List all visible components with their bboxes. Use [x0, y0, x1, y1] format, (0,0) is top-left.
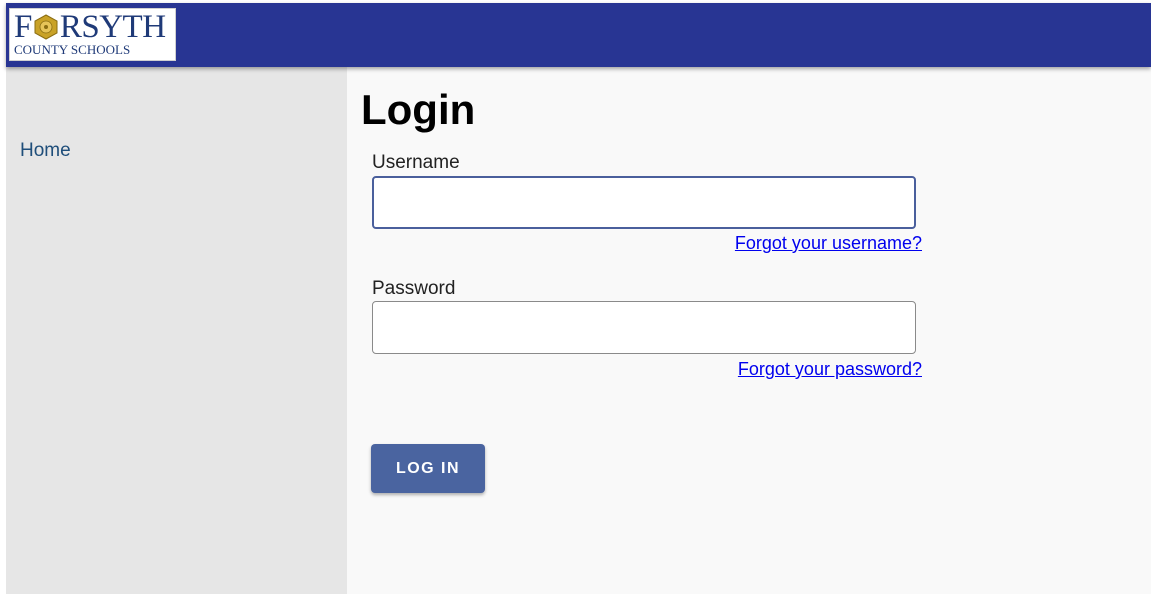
page-title: Login — [361, 86, 476, 133]
seal-emblem-icon — [34, 14, 58, 40]
logo-letters-rsyth: RSYTH — [59, 9, 166, 45]
logo-letter-f: F — [14, 9, 32, 45]
login-button[interactable]: LOG IN — [371, 444, 485, 493]
login-panel: Login Username Forgot your username? Pas… — [347, 67, 1151, 594]
forgot-password-link[interactable]: Forgot your password? — [738, 359, 922, 380]
district-logo[interactable]: F RSYTH COUNTY SCHOOLS — [9, 8, 176, 61]
sidebar-item-home[interactable]: Home — [20, 140, 71, 162]
top-bar: F RSYTH COUNTY SCHOOLS — [6, 3, 1151, 67]
password-label: Password — [372, 278, 456, 299]
username-label: Username — [372, 152, 460, 173]
sidebar: Home — [6, 67, 347, 594]
username-input[interactable] — [372, 176, 916, 229]
logo-subtitle: COUNTY SCHOOLS — [14, 42, 131, 57]
forgot-username-link[interactable]: Forgot your username? — [735, 233, 922, 254]
app-frame: F RSYTH COUNTY SCHOOLS Home Login Userna… — [6, 3, 1151, 594]
logo-wordmark: F RSYTH — [14, 10, 166, 44]
password-input[interactable] — [372, 301, 916, 354]
